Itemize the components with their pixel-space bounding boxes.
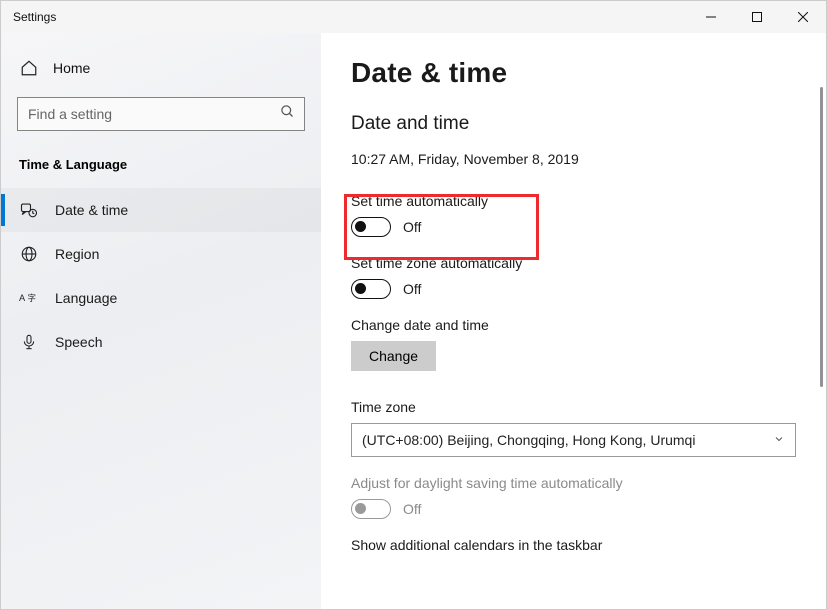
main-content: Date & time Date and time 10:27 AM, Frid… xyxy=(321,33,826,609)
microphone-icon xyxy=(19,333,39,351)
svg-text:A: A xyxy=(19,293,26,303)
maximize-icon xyxy=(752,12,762,22)
search-icon xyxy=(280,104,296,124)
sidebar-item-label: Date & time xyxy=(55,202,128,218)
sidebar-home[interactable]: Home xyxy=(17,53,305,83)
clock-speech-icon xyxy=(19,201,39,219)
timezone-label: Time zone xyxy=(351,399,826,415)
maximize-button[interactable] xyxy=(734,1,780,33)
titlebar: Settings xyxy=(1,1,826,33)
sidebar-nav: Date & time Region A 字 Language xyxy=(1,188,321,364)
page-title: Date & time xyxy=(351,57,826,89)
search-box[interactable] xyxy=(17,97,305,131)
set-time-auto-block: Set time automatically Off xyxy=(351,193,826,237)
change-button[interactable]: Change xyxy=(351,341,436,371)
sidebar-item-region[interactable]: Region xyxy=(1,232,321,276)
taskbar-calendars-label: Show additional calendars in the taskbar xyxy=(351,537,826,553)
dst-toggle xyxy=(351,499,391,519)
sidebar-section-header: Time & Language xyxy=(17,157,305,172)
chevron-down-icon xyxy=(773,433,785,448)
sidebar-item-speech[interactable]: Speech xyxy=(1,320,321,364)
dst-state: Off xyxy=(403,501,421,517)
timezone-block: Time zone (UTC+08:00) Beijing, Chongqing… xyxy=(351,399,826,457)
timezone-select[interactable]: (UTC+08:00) Beijing, Chongqing, Hong Kon… xyxy=(351,423,796,457)
minimize-icon xyxy=(706,12,716,22)
home-icon xyxy=(19,59,39,77)
set-tz-auto-label: Set time zone automatically xyxy=(351,255,826,271)
search-input[interactable] xyxy=(28,106,280,122)
sidebar-item-label: Speech xyxy=(55,334,102,350)
set-time-auto-state: Off xyxy=(403,219,421,235)
sidebar: Home Time & Language Date & time Region xyxy=(1,33,321,609)
scrollbar[interactable] xyxy=(820,87,823,387)
set-tz-auto-block: Set time zone automatically Off xyxy=(351,255,826,299)
sidebar-home-label: Home xyxy=(53,60,90,76)
minimize-button[interactable] xyxy=(688,1,734,33)
section-title: Date and time xyxy=(351,113,826,135)
sidebar-item-date-time[interactable]: Date & time xyxy=(1,188,321,232)
timezone-selected-value: (UTC+08:00) Beijing, Chongqing, Hong Kon… xyxy=(362,432,695,448)
dst-block: Adjust for daylight saving time automati… xyxy=(351,475,826,519)
set-tz-auto-state: Off xyxy=(403,281,421,297)
sidebar-item-label: Region xyxy=(55,246,99,262)
change-datetime-label: Change date and time xyxy=(351,317,826,333)
set-tz-auto-toggle[interactable] xyxy=(351,279,391,299)
svg-text:字: 字 xyxy=(27,293,35,303)
close-button[interactable] xyxy=(780,1,826,33)
window-title: Settings xyxy=(13,10,688,24)
sidebar-item-label: Language xyxy=(55,290,117,306)
sidebar-item-language[interactable]: A 字 Language xyxy=(1,276,321,320)
dst-label: Adjust for daylight saving time automati… xyxy=(351,475,826,491)
set-time-auto-toggle[interactable] xyxy=(351,217,391,237)
globe-icon xyxy=(19,245,39,263)
set-time-auto-label: Set time automatically xyxy=(351,193,826,209)
current-datetime: 10:27 AM, Friday, November 8, 2019 xyxy=(351,151,826,167)
language-icon: A 字 xyxy=(19,290,39,306)
close-icon xyxy=(798,12,808,22)
change-datetime-block: Change date and time Change xyxy=(351,317,826,371)
